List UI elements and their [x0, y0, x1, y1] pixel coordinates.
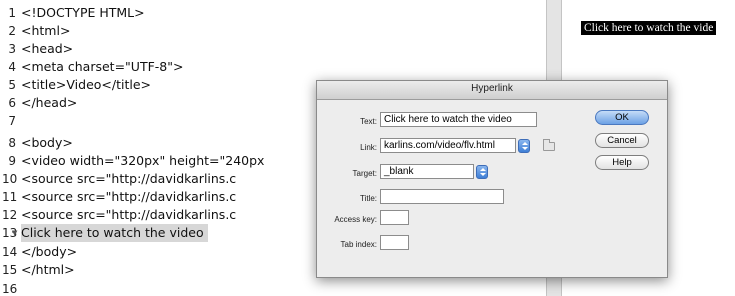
code-text[interactable]: <html>	[21, 22, 70, 40]
dialog-title: Hyperlink	[471, 83, 513, 94]
code-text[interactable]: <source src="http://davidkarlins.c	[21, 206, 236, 224]
dialog-titlebar[interactable]: Hyperlink	[317, 81, 667, 100]
line-number: 16	[2, 282, 18, 296]
code-text[interactable]: <source src="http://davidkarlins.c	[21, 170, 236, 188]
line-number: 1	[8, 6, 16, 20]
code-text[interactable]: <title>Video</title>	[21, 76, 151, 94]
code-text[interactable]: </html>	[21, 261, 75, 279]
code-text[interactable]: <source src="http://davidkarlins.c	[21, 188, 236, 206]
target-input[interactable]: _blank	[380, 164, 474, 179]
target-dropdown-icon[interactable]	[476, 165, 488, 179]
line-number: 3	[8, 42, 16, 56]
code-text[interactable]: </head>	[21, 94, 77, 112]
text-input[interactable]: Click here to watch the video	[380, 112, 537, 127]
code-line[interactable]: 16	[0, 280, 566, 296]
help-button[interactable]: Help	[595, 155, 649, 170]
text-label: Text:	[360, 117, 377, 126]
link-label: Link:	[360, 143, 377, 152]
code-text[interactable]: <video width="320px" height="240px	[21, 152, 264, 170]
title-input[interactable]	[380, 189, 504, 204]
fold-arrow-icon[interactable]: ▼	[12, 224, 17, 242]
hyperlink-dialog: Hyperlink Text: Click here to watch the …	[316, 80, 668, 278]
code-text[interactable]: </body>	[21, 243, 77, 261]
cancel-button[interactable]: Cancel	[595, 133, 649, 148]
selected-link-text[interactable]: Click here to watch the vide	[581, 21, 717, 35]
code-text[interactable]: <head>	[21, 40, 73, 58]
browse-folder-icon[interactable]	[543, 139, 555, 151]
link-input[interactable]: karlins.com/video/flv.html	[380, 138, 516, 153]
line-number: 11	[2, 190, 18, 204]
line-number: 15	[2, 263, 18, 277]
access-key-input[interactable]	[380, 210, 409, 225]
line-number: 4	[8, 60, 16, 74]
code-text-selected[interactable]: Click here to watch the video	[21, 224, 208, 242]
tab-index-input[interactable]	[380, 235, 409, 250]
line-number: 12	[2, 208, 18, 222]
code-line[interactable]: 4 <meta charset="UTF-8">	[0, 58, 566, 76]
line-number: 8	[8, 136, 16, 150]
line-number: 6	[8, 96, 16, 110]
line-number: 7	[8, 114, 16, 128]
ok-button[interactable]: OK	[595, 110, 649, 125]
line-number: 10	[2, 172, 18, 186]
tab-index-label: Tab index:	[340, 240, 377, 249]
code-line[interactable]: 2 <html>	[0, 22, 566, 40]
code-line[interactable]: 3 <head>	[0, 40, 566, 58]
line-number: 5	[8, 78, 16, 92]
link-dropdown-icon[interactable]	[518, 139, 530, 153]
code-line[interactable]: 1 <!DOCTYPE HTML>	[0, 4, 566, 22]
code-text[interactable]: <!DOCTYPE HTML>	[21, 4, 145, 22]
line-number: 9	[8, 154, 16, 168]
code-text[interactable]: <meta charset="UTF-8">	[21, 58, 183, 76]
title-label: Title:	[359, 194, 377, 203]
line-number: 14	[2, 245, 18, 259]
code-text[interactable]: <body>	[21, 134, 73, 152]
target-label: Target:	[352, 169, 377, 178]
access-key-label: Access key:	[334, 215, 377, 224]
line-number: 2	[8, 24, 16, 38]
